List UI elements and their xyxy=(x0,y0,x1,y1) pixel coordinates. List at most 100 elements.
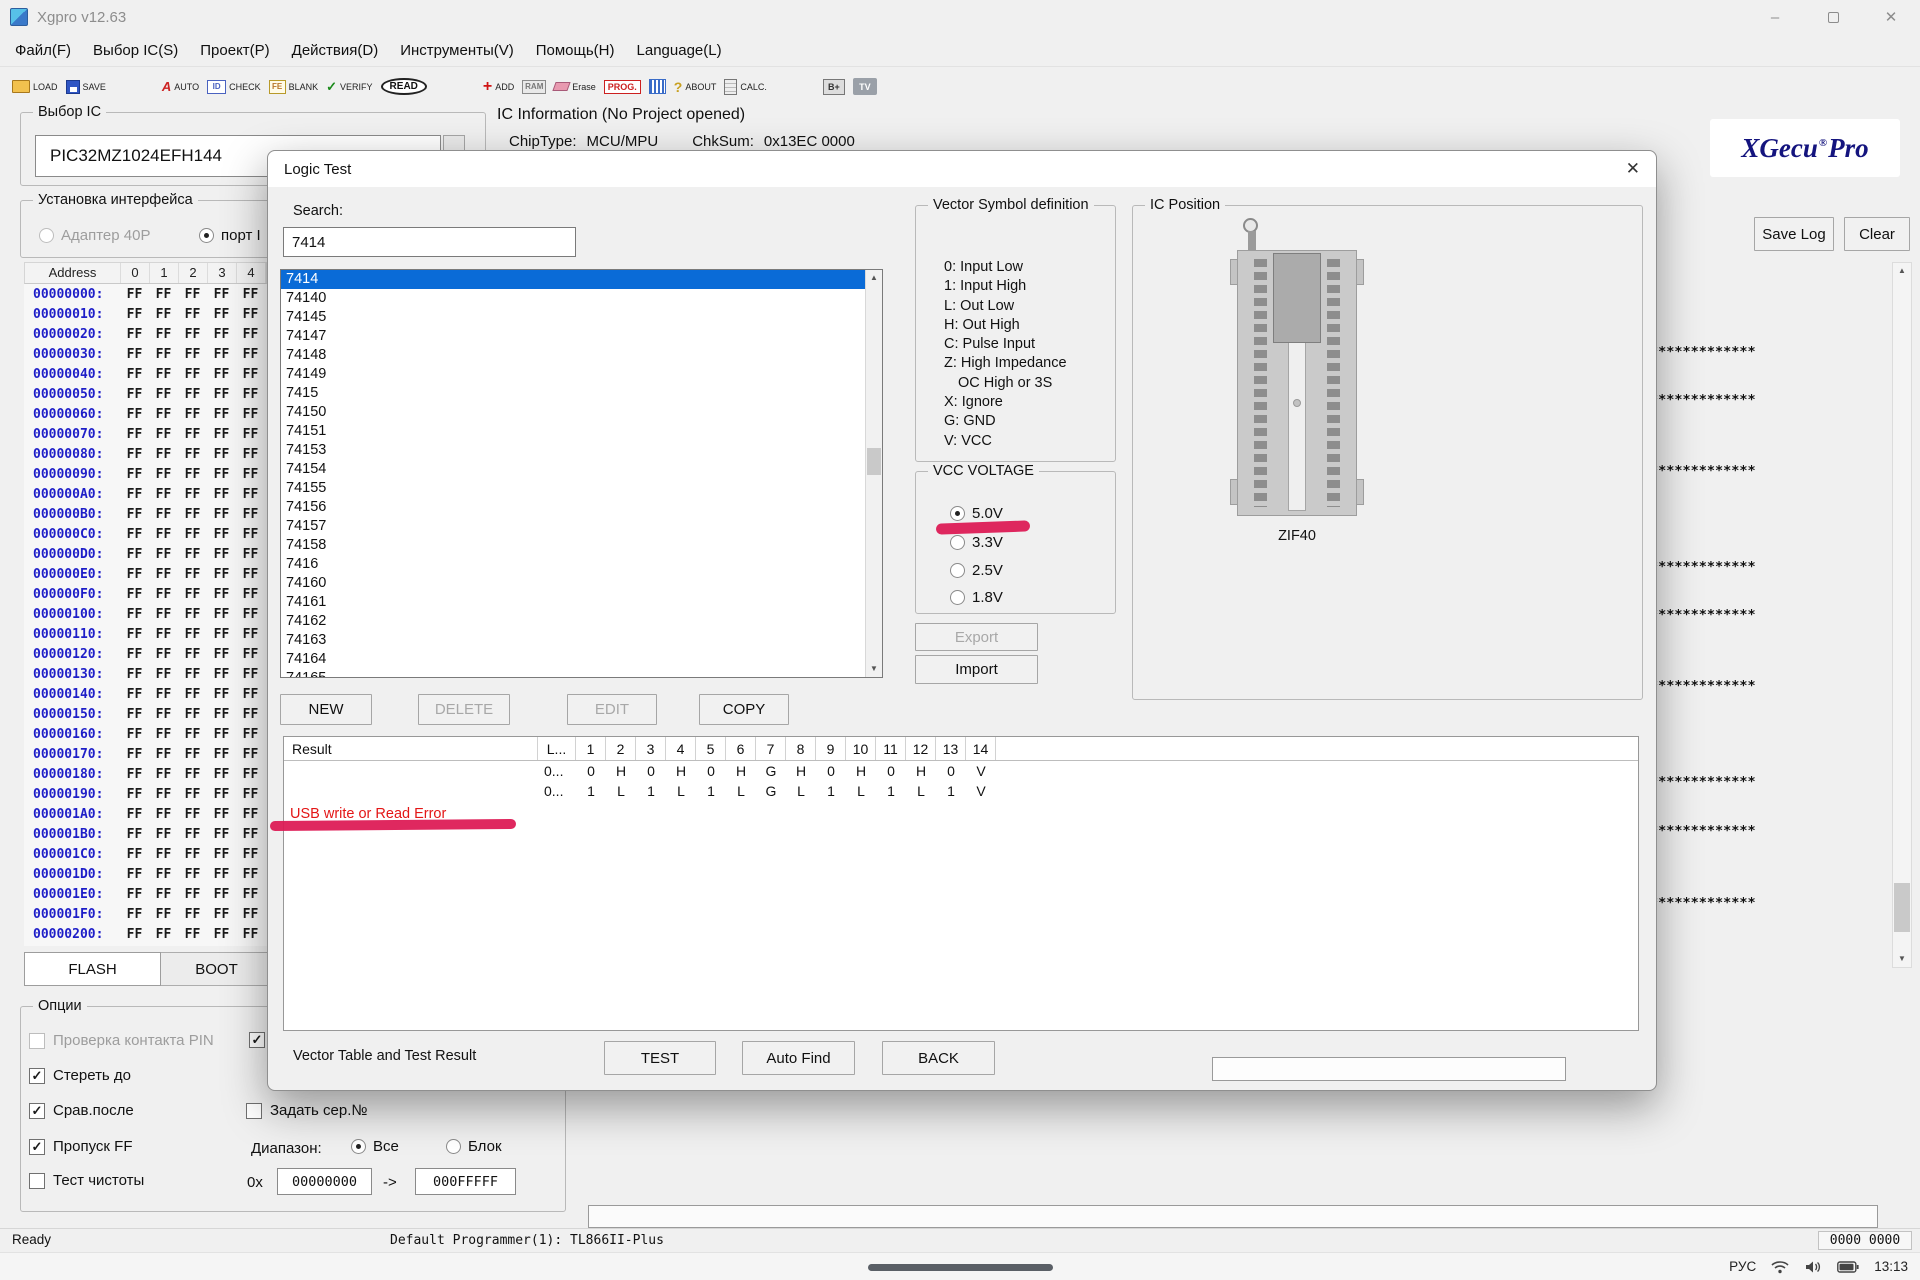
scroll-down-icon[interactable]: ▼ xyxy=(1893,951,1911,967)
scroll-up-icon[interactable]: ▲ xyxy=(866,270,882,286)
range-to-input[interactable]: 000FFFFF xyxy=(415,1168,516,1195)
scroll-thumb[interactable] xyxy=(1894,883,1910,932)
import-button[interactable]: Import xyxy=(915,655,1038,684)
hex-row[interactable]: 000001F0:FFFFFFFFFF xyxy=(24,904,267,924)
list-item[interactable]: 74147 xyxy=(281,327,865,346)
menu-item[interactable]: Проект(P) xyxy=(189,38,280,63)
list-item[interactable]: 74158 xyxy=(281,536,865,555)
toolbar-button-calc[interactable]: CALC. xyxy=(724,72,767,102)
hex-row[interactable]: 00000080:FFFFFFFFFF xyxy=(24,444,267,464)
toolbar-button-floppy-save[interactable]: SAVE xyxy=(66,72,106,102)
list-item[interactable]: 74148 xyxy=(281,346,865,365)
save-log-button[interactable]: Save Log xyxy=(1754,217,1834,251)
clock[interactable]: 13:13 xyxy=(1874,1259,1908,1274)
toolbar-button-chip-b[interactable]: B+ xyxy=(823,72,845,102)
list-item[interactable]: 74150 xyxy=(281,403,865,422)
toolbar-button-eraser[interactable]: Erase xyxy=(554,72,596,102)
minimize-button[interactable]: – xyxy=(1746,0,1804,34)
tab-boot[interactable]: BOOT xyxy=(161,952,273,986)
hex-row[interactable]: 000001C0:FFFFFFFFFF xyxy=(24,844,267,864)
list-item[interactable]: 74163 xyxy=(281,631,865,650)
hex-row[interactable]: 000001E0:FFFFFFFFFF xyxy=(24,884,267,904)
close-button[interactable]: ✕ xyxy=(1862,0,1920,34)
list-scrollbar[interactable]: ▲ ▼ xyxy=(865,270,882,677)
vcc-radio-5.0V[interactable]: 5.0V xyxy=(950,505,1003,522)
menu-item[interactable]: Language(L) xyxy=(626,38,733,63)
toolbar-button-auto-pen[interactable]: AAUTO xyxy=(162,72,199,102)
search-input[interactable]: 7414 xyxy=(283,227,576,257)
compare-after-checkbox[interactable]: Срав.после xyxy=(29,1102,134,1119)
hex-row[interactable]: 00000130:FFFFFFFFFF xyxy=(24,664,267,684)
list-item[interactable]: 74165 xyxy=(281,669,865,677)
toolbar-button-chip-grid[interactable] xyxy=(649,72,666,102)
battery-icon[interactable] xyxy=(1837,1261,1859,1273)
delete-button[interactable]: DELETE xyxy=(418,694,510,725)
hex-row[interactable]: 00000070:FFFFFFFFFF xyxy=(24,424,267,444)
hex-row[interactable]: 00000030:FFFFFFFFFF xyxy=(24,344,267,364)
hex-row[interactable]: 00000090:FFFFFFFFFF xyxy=(24,464,267,484)
list-item[interactable]: 74156 xyxy=(281,498,865,517)
list-item[interactable]: 74155 xyxy=(281,479,865,498)
hex-row[interactable]: 000000E0:FFFFFFFFFF xyxy=(24,564,267,584)
hex-row[interactable]: 00000190:FFFFFFFFFF xyxy=(24,784,267,804)
list-item[interactable]: 7416 xyxy=(281,555,865,574)
list-item[interactable]: 7414 xyxy=(281,270,865,289)
range-all-radio[interactable]: Все xyxy=(351,1138,399,1155)
list-item[interactable]: 74161 xyxy=(281,593,865,612)
taskbar-handle[interactable] xyxy=(868,1264,1053,1271)
hex-row[interactable]: 000000F0:FFFFFFFFFF xyxy=(24,584,267,604)
list-item[interactable]: 74157 xyxy=(281,517,865,536)
new-button[interactable]: NEW xyxy=(280,694,372,725)
toolbar-button-ram-chip[interactable]: RAM xyxy=(522,72,546,102)
hex-row[interactable]: 000001D0:FFFFFFFFFF xyxy=(24,864,267,884)
toolbar-button-folder-open[interactable]: LOAD xyxy=(12,72,58,102)
hex-row[interactable]: 00000200:FFFFFFFFFF xyxy=(24,924,267,944)
list-item[interactable]: 74145 xyxy=(281,308,865,327)
adapter-40p-radio[interactable]: Адаптер 40P xyxy=(39,227,150,244)
list-item[interactable]: 74164 xyxy=(281,650,865,669)
scroll-thumb[interactable] xyxy=(867,448,881,475)
port-radio[interactable]: порт I xyxy=(199,227,261,244)
range-block-radio[interactable]: Блок xyxy=(446,1138,502,1155)
list-item[interactable]: 74154 xyxy=(281,460,865,479)
toolbar-button-prog-box[interactable]: PROG. xyxy=(604,72,641,102)
hex-row[interactable]: 000000D0:FFFFFFFFFF xyxy=(24,544,267,564)
hex-row[interactable]: 00000040:FFFFFFFFFF xyxy=(24,364,267,384)
pin-check-checkbox[interactable]: Проверка контакта PIN xyxy=(29,1032,214,1049)
vcc-radio-1.8V[interactable]: 1.8V xyxy=(950,589,1003,606)
hex-row[interactable]: 000001A0:FFFFFFFFFF xyxy=(24,804,267,824)
menu-item[interactable]: Инструменты(V) xyxy=(389,38,525,63)
clean-test-checkbox[interactable]: Тест чистоты xyxy=(29,1172,144,1189)
auto-find-button[interactable]: Auto Find xyxy=(742,1041,855,1075)
menu-item[interactable]: Действия(D) xyxy=(281,38,390,63)
hex-row[interactable]: 00000110:FFFFFFFFFF xyxy=(24,624,267,644)
skip-ff-checkbox[interactable]: Пропуск FF xyxy=(29,1138,132,1155)
hex-row[interactable]: 00000140:FFFFFFFFFF xyxy=(24,684,267,704)
truncated-checkbox[interactable] xyxy=(249,1032,265,1048)
hex-row[interactable]: 00000170:FFFFFFFFFF xyxy=(24,744,267,764)
toolbar-button-verify-check[interactable]: ✓VERIFY xyxy=(326,72,372,102)
log-scrollbar[interactable]: ▲ ▼ xyxy=(1892,262,1912,968)
vcc-radio-3.3V[interactable]: 3.3V xyxy=(950,534,1003,551)
list-item[interactable]: 7415 xyxy=(281,384,865,403)
copy-button[interactable]: COPY xyxy=(699,694,789,725)
hex-row[interactable]: 00000060:FFFFFFFFFF xyxy=(24,404,267,424)
hex-row[interactable]: 000000C0:FFFFFFFFFF xyxy=(24,524,267,544)
serial-number-checkbox[interactable]: Задать сер.№ xyxy=(246,1102,367,1119)
tab-flash[interactable]: FLASH xyxy=(24,952,161,986)
maximize-button[interactable] xyxy=(1804,0,1862,34)
hex-row[interactable]: 00000000:FFFFFFFFFF xyxy=(24,284,267,304)
list-item[interactable]: 74160 xyxy=(281,574,865,593)
wifi-icon[interactable] xyxy=(1771,1260,1789,1274)
list-item[interactable]: 74149 xyxy=(281,365,865,384)
toolbar-button-add-plus[interactable]: +ADD xyxy=(483,72,514,102)
hex-row[interactable]: 00000160:FFFFFFFFFF xyxy=(24,724,267,744)
list-item[interactable]: 74151 xyxy=(281,422,865,441)
hex-row[interactable]: 000001B0:FFFFFFFFFF xyxy=(24,824,267,844)
back-button[interactable]: BACK xyxy=(882,1041,995,1075)
menu-item[interactable]: Файл(F) xyxy=(4,38,82,63)
scroll-up-icon[interactable]: ▲ xyxy=(1893,263,1911,279)
list-item[interactable]: 74140 xyxy=(281,289,865,308)
toolbar-button-tv[interactable]: TV xyxy=(853,72,877,102)
scroll-down-icon[interactable]: ▼ xyxy=(866,661,882,677)
